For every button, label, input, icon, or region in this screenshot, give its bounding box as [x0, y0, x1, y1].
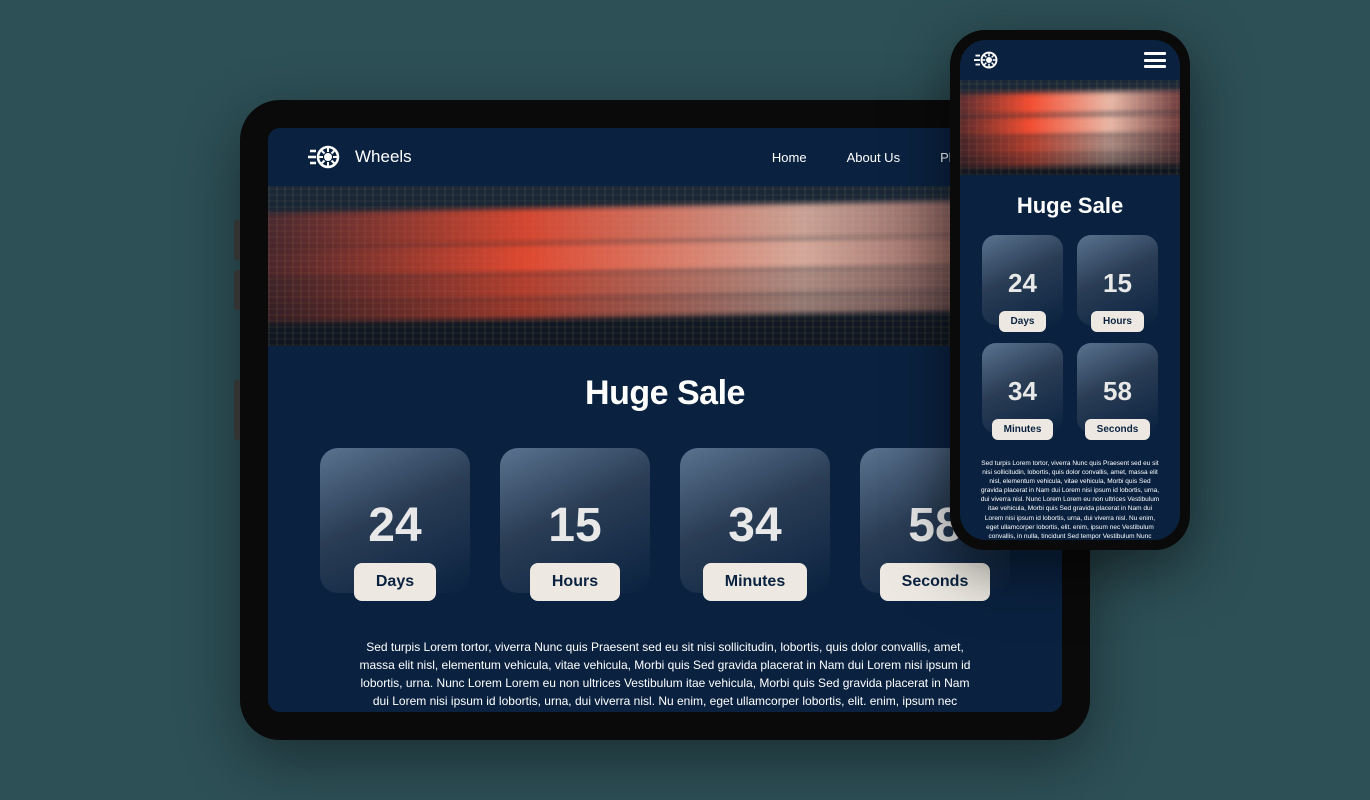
hamburger-menu-icon[interactable] — [1144, 52, 1166, 68]
phone-hours-value: 15 — [1103, 268, 1132, 299]
phone-sale-title: Huge Sale — [960, 193, 1180, 219]
phone-days-value: 24 — [1008, 268, 1037, 299]
phone-hours-label: Hours — [1091, 311, 1144, 332]
sale-description: Sed turpis Lorem tortor, viverra Nunc qu… — [268, 593, 1062, 712]
countdown-hours-value: 15 — [548, 502, 601, 550]
countdown-minutes-label: Minutes — [703, 563, 807, 601]
phone-minutes-label: Minutes — [992, 419, 1054, 440]
tablet-navbar: Wheels Home About Us Plans C — [268, 128, 1062, 186]
phone-countdown-seconds: 58 Seconds — [1077, 343, 1158, 433]
countdown-hours-label: Hours — [530, 563, 620, 601]
hero-image — [268, 186, 1062, 346]
phone-seconds-label: Seconds — [1085, 419, 1151, 440]
countdown-row: 24 Days 15 Hours 34 Minutes 58 Seconds — [268, 448, 1062, 593]
countdown-days-label: Days — [354, 563, 436, 601]
phone-countdown-hours: 15 Hours — [1077, 235, 1158, 325]
phone-navbar — [960, 40, 1180, 80]
phone-countdown-grid: 24 Days 15 Hours 34 Minutes 58 Seconds — [960, 235, 1180, 441]
phone-hero-image — [960, 80, 1180, 175]
countdown-days-value: 24 — [368, 502, 421, 550]
countdown-days: 24 Days — [320, 448, 470, 593]
countdown-minutes-value: 34 — [728, 502, 781, 550]
logo-area[interactable]: Wheels — [308, 141, 412, 173]
phone-wheel-logo-icon[interactable] — [974, 48, 998, 72]
phone-sale-description: Sed turpis Lorem tortor, viverra Nunc qu… — [960, 441, 1180, 540]
phone-days-label: Days — [999, 311, 1047, 332]
countdown-hours: 15 Hours — [500, 448, 650, 593]
tablet-side-button — [234, 380, 240, 440]
phone-seconds-value: 58 — [1103, 376, 1132, 407]
nav-about[interactable]: About Us — [847, 150, 900, 165]
phone-screen: Huge Sale 24 Days 15 Hours 34 Minutes 58… — [960, 40, 1180, 540]
countdown-seconds-label: Seconds — [880, 563, 991, 601]
phone-device: Huge Sale 24 Days 15 Hours 34 Minutes 58… — [950, 30, 1190, 550]
countdown-minutes: 34 Minutes — [680, 448, 830, 593]
phone-minutes-value: 34 — [1008, 376, 1037, 407]
nav-home[interactable]: Home — [772, 150, 807, 165]
brand-name: Wheels — [355, 147, 412, 167]
wheel-logo-icon — [308, 141, 340, 173]
sale-title: Huge Sale — [268, 374, 1062, 413]
phone-countdown-minutes: 34 Minutes — [982, 343, 1063, 433]
phone-countdown-days: 24 Days — [982, 235, 1063, 325]
tablet-screen: Wheels Home About Us Plans C Huge Sale 2… — [268, 128, 1062, 712]
